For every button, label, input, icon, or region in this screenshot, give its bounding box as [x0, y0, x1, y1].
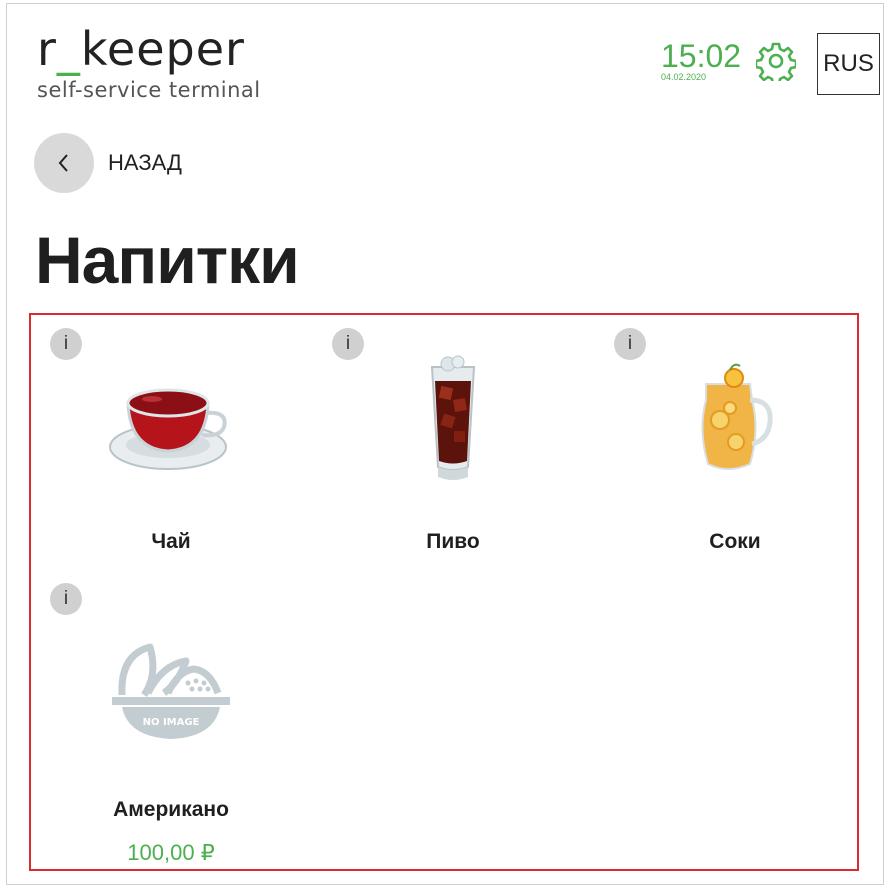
info-button[interactable]: i — [50, 583, 82, 615]
logo-underscore: _ — [56, 22, 81, 76]
back-label[interactable]: НАЗАД — [108, 150, 182, 176]
settings-button[interactable] — [754, 41, 798, 86]
product-price: 100,00 ₽ — [127, 840, 215, 865]
clock-time: 15:02 — [661, 38, 742, 74]
svg-text:NO IMAGE: NO IMAGE — [143, 717, 200, 728]
beer-glass-image — [383, 350, 523, 490]
page-title: Напитки — [35, 223, 300, 297]
chevron-left-icon — [58, 154, 68, 172]
logo-wordmark: r_keeper — [37, 24, 261, 74]
info-button[interactable]: i — [614, 328, 646, 360]
info-button[interactable]: i — [50, 328, 82, 360]
tea-cup-image — [101, 350, 241, 490]
logo-keeper: keeper — [80, 22, 245, 76]
category-tile-beer[interactable]: i Пиво — [313, 315, 593, 570]
app-frame: r_keeper self-service terminal 15:02 04.… — [6, 3, 884, 885]
logo-subtitle: self-service terminal — [37, 78, 261, 102]
product-name: Американо — [113, 798, 229, 821]
info-button[interactable]: i — [332, 328, 364, 360]
logo: r_keeper self-service terminal — [37, 24, 261, 102]
language-button[interactable]: RUS — [817, 33, 880, 95]
category-name: Соки — [709, 530, 761, 553]
back-button[interactable]: НАЗАД — [34, 133, 182, 193]
category-grid: i Чай i Пиво i Соки i NO IMAGE Американо… — [29, 313, 859, 871]
product-tile-americano[interactable]: i NO IMAGE Американо 100,00 ₽ — [31, 570, 311, 870]
logo-r: r — [37, 22, 57, 76]
juice-jug-image — [665, 350, 805, 490]
category-tile-juice[interactable]: i Соки — [595, 315, 875, 570]
category-name: Чай — [151, 530, 191, 553]
no-image-placeholder: NO IMAGE — [101, 620, 241, 760]
clock: 15:02 04.02.2020 — [661, 40, 741, 82]
gear-icon — [754, 42, 798, 86]
category-tile-tea[interactable]: i Чай — [31, 315, 311, 570]
category-name: Пиво — [426, 530, 480, 553]
back-circle[interactable] — [34, 133, 94, 193]
